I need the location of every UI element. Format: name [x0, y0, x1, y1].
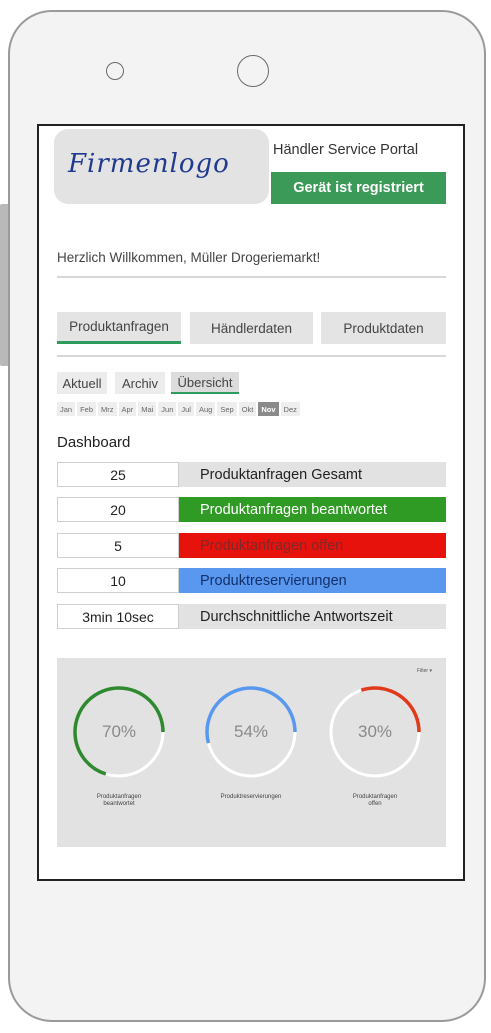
chart-filter-label: Filter — [416, 668, 429, 674]
month-mrz[interactable]: Mrz — [98, 402, 117, 416]
stat-label: Produktanfragen Gesamt — [179, 462, 446, 487]
donut-caption-line: Produktanfragen — [352, 794, 398, 800]
divider — [57, 355, 446, 357]
month-apr[interactable]: Apr — [118, 402, 137, 416]
month-sep[interactable]: Sep — [217, 402, 237, 416]
divider — [57, 276, 446, 278]
donut-caption-line: beantwortet — [103, 801, 135, 807]
month-jun[interactable]: Jun — [158, 402, 177, 416]
registration-status-button[interactable]: Gerät ist registriert — [271, 172, 446, 204]
tab-produktanfragen[interactable]: Produktanfragen — [57, 312, 181, 344]
company-logo: Firmenlogo — [54, 129, 269, 204]
portal-title: Händler Service Portal — [273, 142, 419, 158]
logo-text: Firmenlogo — [68, 149, 230, 179]
sensor-icon — [106, 62, 124, 80]
month-nov[interactable]: Nov — [258, 402, 279, 416]
donut-caption: Produktanfragen offen — [327, 794, 423, 808]
month-jul[interactable]: Jul — [178, 402, 194, 416]
month-dez[interactable]: Dez — [280, 402, 300, 416]
subtab-aktuell[interactable]: Aktuell — [57, 372, 107, 394]
welcome-message: Herzlich Willkommen, Müller Drogeriemark… — [57, 250, 321, 265]
app-screen: Firmenlogo Händler Service Portal Gerät … — [37, 124, 465, 881]
subtab-uebersicht[interactable]: Übersicht — [171, 372, 239, 394]
stat-label: Durchschnittliche Antwortszeit — [179, 604, 446, 629]
month-filter: Jan Feb Mrz Apr Mai Jun Jul Aug Sep Okt Nov Dez — [57, 402, 300, 416]
donut-caption-line: Produktanfragen — [96, 794, 142, 800]
month-okt[interactable]: Okt — [238, 402, 257, 416]
tab-haendlerdaten[interactable]: Händlerdaten — [190, 312, 313, 344]
dashboard-title: Dashboard — [57, 434, 131, 451]
stat-row-answered: 20 Produktanfragen beantwortet — [57, 497, 446, 522]
stat-label: Produktanfragen beantwortet — [179, 497, 446, 522]
month-aug[interactable]: Aug — [195, 402, 216, 416]
stat-value: 20 — [57, 497, 179, 522]
donut-caption-line: offen — [368, 801, 382, 807]
stat-value: 10 — [57, 568, 179, 593]
stat-row-response-time: 3min 10sec Durchschnittliche Antwortszei… — [57, 604, 446, 629]
donut-caption: Produktanfragen beantwortet — [71, 794, 167, 808]
month-feb[interactable]: Feb — [77, 402, 97, 416]
donut-percent-label: 54% — [233, 722, 269, 741]
chart-filter-menu[interactable]: Filter ▾ — [417, 668, 432, 674]
stat-row-total: 25 Produktanfragen Gesamt — [57, 462, 446, 487]
stat-label: Produktanfragen offen — [179, 533, 446, 558]
chart-panel: Filter ▾ 70% Produktanfragen beantwortet 54… — [57, 658, 446, 847]
subtab-archiv[interactable]: Archiv — [115, 372, 165, 394]
camera-icon — [237, 55, 269, 87]
stat-value: 3min 10sec — [57, 604, 179, 629]
donut-percent-label: 30% — [357, 722, 393, 741]
tab-produktdaten[interactable]: Produktdaten — [321, 312, 446, 344]
chevron-down-icon: ▾ — [429, 668, 432, 674]
donut-percent-label: 70% — [101, 722, 137, 741]
donut-caption-line: Produktreservierungen — [220, 794, 282, 800]
donut-caption: Produktreservierungen — [203, 794, 299, 801]
month-jan[interactable]: Jan — [57, 402, 76, 416]
month-mai[interactable]: Mai — [138, 402, 157, 416]
stat-value: 5 — [57, 533, 179, 558]
stat-row-open: 5 Produktanfragen offen — [57, 533, 446, 558]
stat-value: 25 — [57, 462, 179, 487]
stat-row-reservations: 10 Produktreservierungen — [57, 568, 446, 593]
stat-label: Produktreservierungen — [179, 568, 446, 593]
